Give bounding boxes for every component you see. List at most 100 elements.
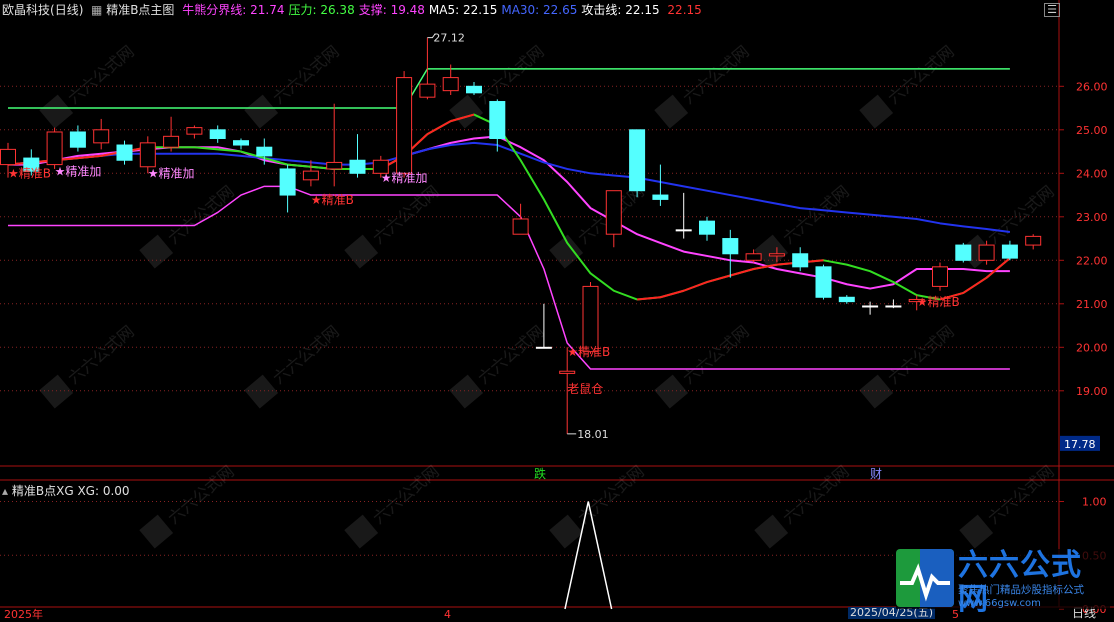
expand-icon[interactable]: ▴ (2, 484, 8, 498)
header-item-label: 压力: (288, 3, 317, 17)
candle (932, 262, 948, 291)
candle-body (838, 296, 855, 303)
candle-body (69, 131, 86, 148)
axis-month-mark: 4 (444, 608, 451, 621)
y-tick-label: 20.00 (1076, 341, 1108, 354)
candle-body (116, 144, 133, 161)
y-tick-label: 22.00 (1076, 254, 1108, 267)
candle-body (186, 127, 203, 135)
chart-root: 六六公式网 六六公式网 六六公式网 六六公式网 六六公式网 六六公式网 六六公式网 六六公式网… (0, 0, 1114, 621)
candle-body (512, 218, 529, 235)
candle (629, 129, 646, 198)
candle-body (0, 148, 16, 166)
y-tick-label: 25.00 (1076, 124, 1108, 137)
candle-body (302, 170, 319, 181)
candle-body (279, 168, 296, 196)
y-tick-label: 21.00 (1076, 298, 1108, 311)
header-item-label: 支撑: (358, 3, 387, 17)
event-marker: 财 (870, 467, 882, 481)
candle-body (722, 238, 739, 255)
current-price-label: 17.78 (1064, 438, 1096, 451)
header-item-value: 22.65 (539, 3, 578, 17)
header-item-value: 26.38 (316, 3, 355, 17)
header-item-value: 22.15 (663, 3, 702, 17)
signal-annotation: ★精准加 (148, 167, 195, 181)
candle-body (699, 220, 715, 235)
candle-body (582, 285, 599, 353)
logo-mark (896, 549, 954, 607)
candle-body (442, 77, 459, 92)
high-annotation: 27.12 (433, 32, 465, 45)
header-item-label: 牛熊分界线: (182, 3, 247, 17)
y-tick-label: 19.00 (1076, 385, 1108, 398)
header-item: 支撑: 19.48 (359, 3, 425, 17)
xg-value: 0.00 (102, 484, 130, 498)
candle-body (862, 305, 879, 308)
stock-name: 欧晶科技 (2, 3, 51, 17)
candle-body (1001, 244, 1018, 259)
candle-body (978, 244, 995, 261)
candle-body (745, 253, 762, 261)
sub-indicator-name[interactable]: 精准B点XG (12, 484, 74, 498)
xg-label: XG: (77, 484, 100, 498)
header-item: 攻击线: 22.15 (581, 3, 659, 17)
event-marker: 跌 (534, 466, 546, 481)
signal-annotation: ★精准加 (381, 171, 428, 185)
candle-body (675, 229, 692, 232)
candle-body (466, 85, 482, 94)
candle-body (768, 253, 785, 257)
candle-body (233, 140, 249, 146)
header-item: MA5: 22.15 (429, 3, 497, 17)
period-label: (日线) (50, 3, 84, 17)
candle-body (792, 253, 809, 268)
candle-body (139, 142, 156, 168)
candle-body (605, 190, 622, 235)
signal-annotation: ★精准B (8, 167, 51, 181)
candle-body (885, 305, 902, 308)
candle-body (163, 135, 180, 148)
signal-annotation: ★精准B (567, 345, 610, 359)
sub-header: ▴ 精准B点XG XG: 0.00 (2, 483, 130, 499)
watermark-logo: 六六公式网 聚焦热门精品炒股指标公式 www.66gsw.com (896, 549, 1110, 617)
candle-body (535, 346, 552, 349)
candle-body (955, 244, 972, 261)
candle-body (932, 266, 948, 287)
header-item: 牛熊分界线: 21.74 (182, 3, 284, 17)
signal-annotation: ★精准B (917, 295, 960, 309)
header-item: MA30: 22.65 (501, 3, 577, 17)
main-header: 欧晶科技(日线) ▦ 精准B点主图 牛熊分界线: 21.74 压力: 26.38 支… (2, 2, 702, 18)
candle-body (209, 129, 226, 140)
candle-body (652, 194, 669, 200)
candle-body (1025, 235, 1042, 246)
candle-body (256, 146, 273, 157)
watermark-slogan: 聚焦热门精品炒股指标公式 (958, 584, 1084, 596)
candle (582, 282, 599, 354)
y-tick-label: 26.00 (1076, 80, 1108, 93)
candle-body (93, 129, 110, 144)
chart-icon[interactable]: ▦ (91, 3, 102, 17)
candle (955, 242, 972, 263)
low-annotation: 18.01 (577, 428, 609, 441)
header-item-value: 21.74 (246, 3, 285, 17)
signal-annotation: ★精准B (311, 193, 354, 207)
header-items: 牛熊分界线: 21.74 压力: 26.38 支撑: 19.48 MA5: 22.15… (178, 3, 702, 17)
watermark-url: www.66gsw.com (958, 598, 1041, 609)
candle-body (629, 129, 646, 192)
indicator-name[interactable]: 精准B点主图 (106, 3, 174, 17)
header-item: 22.15 (663, 3, 702, 17)
header-item: 压力: 26.38 (288, 3, 354, 17)
candle-body (349, 159, 366, 174)
signal-annotation: 老鼠仓 (567, 382, 603, 396)
settings-icon[interactable]: ☰ (1044, 3, 1060, 17)
main-chart-svg[interactable]: 六六公式网 六六公式网 六六公式网 六六公式网 六六公式网六六公式网 六六公式网 六六公式网… (0, 0, 1114, 619)
axis-left-date: 2025年 (4, 608, 43, 621)
candle-body (489, 101, 506, 139)
y-tick-label: 23.00 (1076, 211, 1108, 224)
header-item-value: 22.15 (621, 3, 660, 17)
candle (46, 127, 63, 169)
header-item-value: 19.48 (386, 3, 425, 17)
candle-body (396, 77, 413, 174)
candle-body (326, 161, 343, 170)
header-item-label: MA30: (501, 3, 540, 17)
sub-y-tick-label: 1.00 (1082, 496, 1107, 509)
